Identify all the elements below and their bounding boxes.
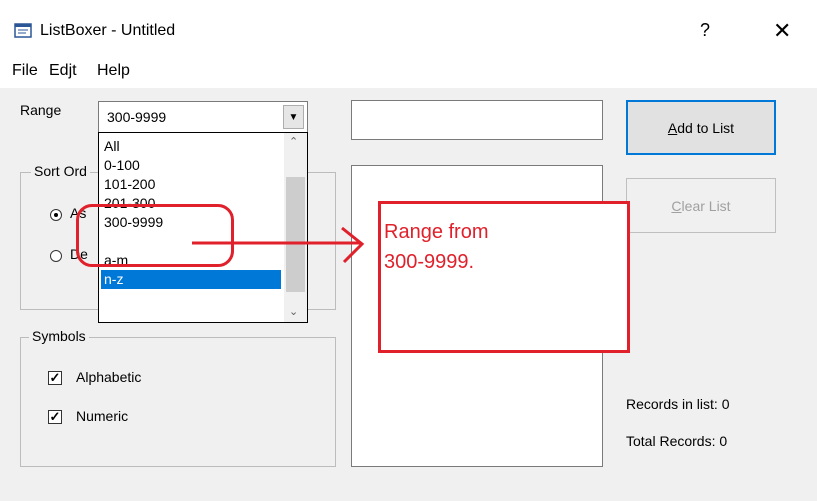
chevron-down-icon[interactable]: ▼ xyxy=(283,105,304,129)
dropdown-scrollbar[interactable]: ⌃ ⌄ xyxy=(284,133,307,322)
app-icon xyxy=(14,23,32,38)
add-to-list-button[interactable]: Add to List xyxy=(626,100,776,155)
dropdown-option[interactable]: 101-200 xyxy=(101,175,281,194)
window-title: ListBoxer - Untitled xyxy=(40,22,176,39)
add-to-list-mnemonic: A xyxy=(667,119,678,136)
menu-edit[interactable]: Edjt xyxy=(49,62,77,80)
numeric-checkbox[interactable]: ✓ xyxy=(48,410,62,424)
ascending-radio[interactable] xyxy=(50,209,62,221)
chevron-down-icon[interactable]: ⌄ xyxy=(289,305,298,318)
range-label: Range xyxy=(20,102,62,118)
dropdown-option-selected[interactable]: n-z xyxy=(101,270,281,289)
sort-order-title: Sort Ord xyxy=(31,163,90,179)
annotation-line-2: 300-9999. xyxy=(384,251,475,273)
descending-radio[interactable] xyxy=(50,250,62,262)
annotation-line-1: Range from xyxy=(384,221,489,243)
records-in-list-label: Records in list: 0 xyxy=(626,396,730,412)
clear-list-button[interactable]: Clear List xyxy=(626,178,776,233)
dropdown-option[interactable]: 0-100 xyxy=(101,156,281,175)
annotation-highlight xyxy=(76,204,234,267)
range-combobox-value: 300-9999 xyxy=(107,109,167,125)
menu-bar: File Edjt Help xyxy=(0,56,817,88)
clear-list-label: lear List xyxy=(681,197,731,214)
chevron-up-icon[interactable]: ⌃ xyxy=(289,135,298,148)
menu-file[interactable]: File xyxy=(12,62,38,80)
menu-help[interactable]: Help xyxy=(97,62,130,80)
symbols-title: Symbols xyxy=(29,328,89,344)
alphabetic-label: Alphabetic xyxy=(76,369,142,385)
alphabetic-checkbox[interactable]: ✓ xyxy=(48,371,62,385)
dropdown-option[interactable]: All xyxy=(101,137,281,156)
symbols-group xyxy=(20,337,336,467)
add-to-list-label: dd to List xyxy=(677,119,735,136)
entry-input[interactable] xyxy=(351,100,603,140)
scrollbar-thumb[interactable] xyxy=(286,177,305,292)
total-records-label: Total Records: 0 xyxy=(626,433,728,449)
range-combobox[interactable]: 300-9999 ▼ xyxy=(98,101,308,133)
help-button[interactable]: ? xyxy=(700,20,710,41)
clear-list-mnemonic: C xyxy=(671,197,682,214)
close-button[interactable]: ✕ xyxy=(773,18,791,44)
numeric-label: Numeric xyxy=(76,408,129,424)
